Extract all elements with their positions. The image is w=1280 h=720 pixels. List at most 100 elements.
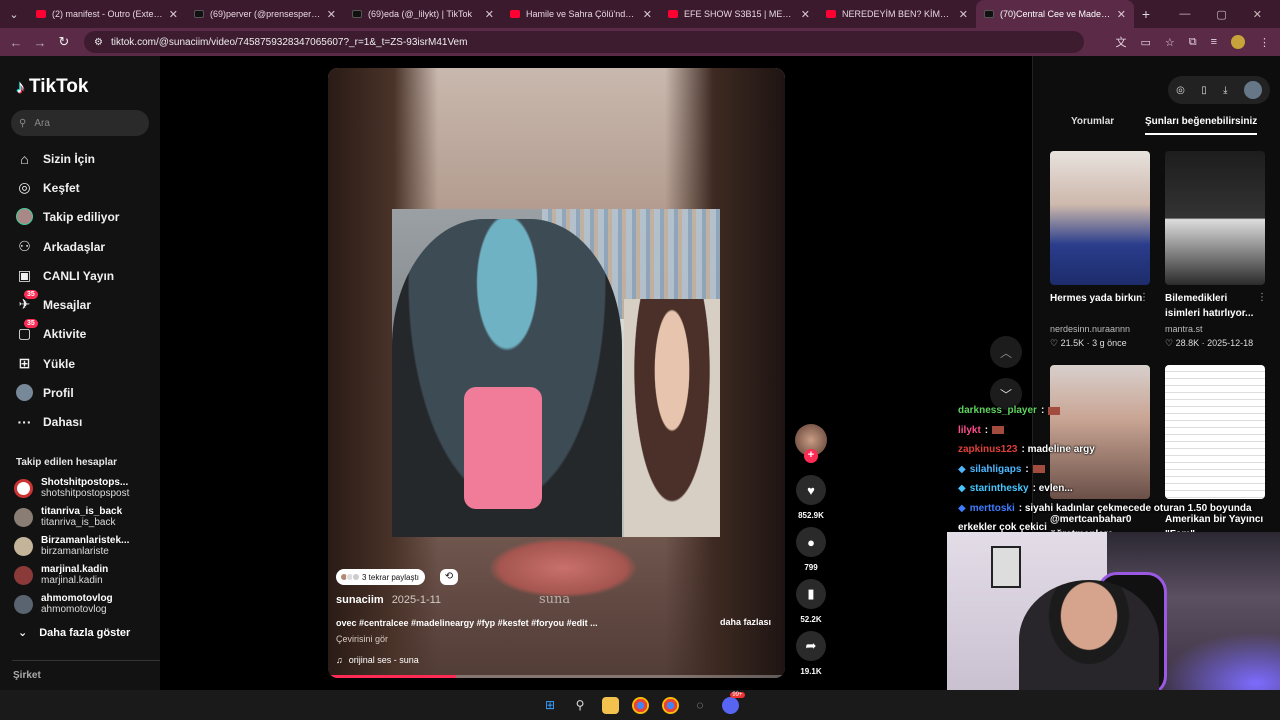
nav-live[interactable]: ▣ CANLI Yayın — [16, 267, 114, 284]
minimize-icon[interactable]: — — [1179, 8, 1190, 20]
tab-title: NEREDEYİM BEN? KİMSE YOK K — [842, 9, 953, 19]
video-thumbnail[interactable] — [1165, 151, 1265, 285]
show-more-button[interactable]: ⌄ Daha fazla göster — [18, 626, 130, 640]
search-input[interactable]: ⚲ Ara — [11, 110, 149, 136]
close-tab-icon[interactable]: ✕ — [485, 8, 494, 21]
nav-friends[interactable]: ⚇ Arkadaşlar — [16, 238, 105, 255]
extensions-icon[interactable]: ⧉ — [1189, 36, 1197, 49]
chat-text: : siyahi kadınlar çekmecede oturan 1.50 … — [1018, 502, 1252, 514]
previous-video-button[interactable]: ︿ — [990, 336, 1022, 368]
card-more-icon[interactable]: ⋮ — [1257, 292, 1267, 303]
cast-icon[interactable]: ▭ — [1140, 36, 1150, 49]
comment-icon: ● — [796, 527, 826, 557]
browser-tab-bar: ⌄ (2) manifest - Outro (Extended) ✕ (69)p… — [0, 0, 1280, 28]
close-tab-icon[interactable]: ✕ — [1117, 8, 1126, 21]
browser-tab[interactable]: (69)perver (@prensesperver) | T ✕ — [186, 0, 344, 28]
video-author[interactable]: sunaciim — [336, 594, 384, 606]
nav-more[interactable]: ··· Dahası — [16, 413, 83, 430]
nav-explore[interactable]: ◎ Keşfet — [16, 179, 79, 196]
media-controls-icon[interactable]: ≡ — [1211, 36, 1217, 48]
search-icon[interactable]: ⚲ — [572, 697, 589, 714]
close-tab-icon[interactable]: ✕ — [169, 8, 178, 21]
explore-icon[interactable]: ◎ — [1176, 85, 1185, 96]
sound-link[interactable]: ♫ orijinal ses - suna — [336, 655, 419, 665]
video-progress-bar[interactable] — [328, 675, 785, 678]
file-explorer-icon[interactable] — [601, 696, 619, 714]
live-icon: ▣ — [17, 267, 32, 283]
download-icon[interactable]: ⤓ — [1223, 85, 1227, 96]
browser-tab-active[interactable]: (70)Central Cee ve Madeline A ✕ — [976, 0, 1134, 28]
following-account[interactable]: Birzamanlaristek... birzamanlariste — [14, 535, 129, 557]
browser-tab[interactable]: Hamile ve Sahra Çölü'nde? | M ✕ — [502, 0, 660, 28]
close-tab-icon[interactable]: ✕ — [643, 8, 652, 21]
close-window-icon[interactable]: ✕ — [1253, 8, 1262, 21]
video-thumbnail[interactable] — [1050, 151, 1150, 285]
repost-icon[interactable]: ⟲ — [440, 569, 458, 585]
share-count: 19.1K — [800, 667, 822, 676]
share-button[interactable]: ➦ 19.1K — [796, 631, 826, 676]
chat-user: darkness_player — [958, 405, 1037, 417]
close-tab-icon[interactable]: ✕ — [959, 8, 968, 21]
translate-link[interactable]: Çevirisini gör — [336, 634, 388, 644]
following-account[interactable]: Shotshitpostops... shotshitpostopspost — [14, 477, 129, 499]
following-account[interactable]: marjinal.kadin marjinal.kadin — [14, 564, 108, 586]
reload-icon[interactable]: ↻ — [52, 34, 76, 50]
browser-tab[interactable]: (69)eda (@_lilykt) | TikTok ✕ — [344, 0, 502, 28]
company-link[interactable]: Şirket — [13, 670, 41, 681]
follow-plus-icon[interactable]: + — [804, 449, 818, 463]
tab-you-may-like[interactable]: Şunları beğenebilirsiniz — [1145, 116, 1258, 135]
translate-icon[interactable]: 文 — [1115, 34, 1126, 50]
tab-search-icon[interactable]: ⌄ — [0, 0, 28, 28]
badge-icon: ◆ — [958, 463, 966, 475]
browser-tab[interactable]: NEREDEYİM BEN? KİMSE YOK K ✕ — [818, 0, 976, 28]
nav-for-you[interactable]: ⌂ Sizin İçin — [16, 150, 95, 167]
browser-tab[interactable]: (2) manifest - Outro (Extended) ✕ — [28, 0, 186, 28]
card-user[interactable]: nerdesinn.nuraannn — [1050, 324, 1130, 334]
site-info-icon[interactable]: ⚙ — [94, 37, 103, 48]
window-controls: — ▢ ✕ — [1179, 0, 1280, 28]
following-account[interactable]: ahmomotovlog ahmomotovlog — [14, 593, 113, 615]
close-tab-icon[interactable]: ✕ — [327, 8, 336, 21]
close-tab-icon[interactable]: ✕ — [801, 8, 810, 21]
chrome-icon[interactable] — [631, 696, 649, 714]
rgb-light — [1160, 632, 1280, 696]
user-avatar[interactable] — [1243, 81, 1262, 99]
windows-start-icon[interactable]: ⊞ — [542, 697, 559, 714]
address-bar[interactable]: ⚙ tiktok.com/@sunaciim/video/74587593283… — [84, 31, 1084, 53]
card-title[interactable]: Bilemedikleri isimleri hatırlıyor... — [1165, 291, 1265, 321]
new-tab-button[interactable]: + — [1134, 6, 1158, 22]
card-user[interactable]: mantra.st — [1165, 324, 1203, 334]
card-likes: 28.8K — [1175, 338, 1200, 348]
profile-avatar[interactable] — [1231, 35, 1245, 49]
card-more-icon[interactable]: ⋮ — [1139, 292, 1149, 303]
menu-icon[interactable]: ⋮ — [1259, 36, 1270, 49]
browser-tab[interactable]: EFE SHOW S3B15 | MERTCAN B ✕ — [660, 0, 818, 28]
nav-upload[interactable]: ⊞ Yükle — [16, 355, 75, 372]
discord-badge: 99+ — [730, 691, 745, 698]
heart-icon: ♥ — [796, 475, 826, 505]
tiktok-logo[interactable]: ♪ TikTok — [16, 76, 88, 98]
nav-following[interactable]: Takip ediliyor — [16, 208, 119, 225]
nav-profile[interactable]: Profil — [16, 384, 74, 401]
chrome-profile-icon[interactable] — [661, 696, 679, 714]
save-button[interactable]: ▮ 52.2K — [796, 579, 826, 624]
caption-more-link[interactable]: daha fazlası — [720, 617, 771, 627]
card-title[interactable]: Hermes yada birkın — [1050, 291, 1150, 306]
tab-comments[interactable]: Yorumlar — [1071, 116, 1114, 127]
video-player[interactable]: suna 3 tekrar paylaştı ⟲ sunaciim 2025-1-… — [328, 68, 785, 678]
maximize-icon[interactable]: ▢ — [1216, 8, 1226, 21]
repost-pill[interactable]: 3 tekrar paylaştı — [336, 569, 425, 585]
tab-title: Hamile ve Sahra Çölü'nde? | M — [526, 9, 637, 19]
bookmark-star-icon[interactable]: ☆ — [1165, 36, 1175, 49]
like-button[interactable]: ♥ 852.9K — [796, 475, 826, 520]
forward-icon[interactable]: → — [28, 35, 52, 50]
discord-icon[interactable]: 99+ — [721, 691, 745, 714]
nav-messages[interactable]: ✈ 35 Mesajlar — [16, 290, 91, 313]
nav-activity[interactable]: ▢ 35 Aktivite — [16, 319, 86, 342]
obs-icon[interactable]: ◌ — [692, 697, 709, 714]
comment-button[interactable]: ● 799 — [796, 527, 826, 572]
youtube-favicon-icon — [510, 10, 520, 18]
back-icon[interactable]: ← — [4, 35, 28, 50]
following-account[interactable]: titanriva_is_back titanriva_is_back — [14, 506, 122, 528]
device-icon[interactable]: ▯ — [1201, 85, 1207, 96]
